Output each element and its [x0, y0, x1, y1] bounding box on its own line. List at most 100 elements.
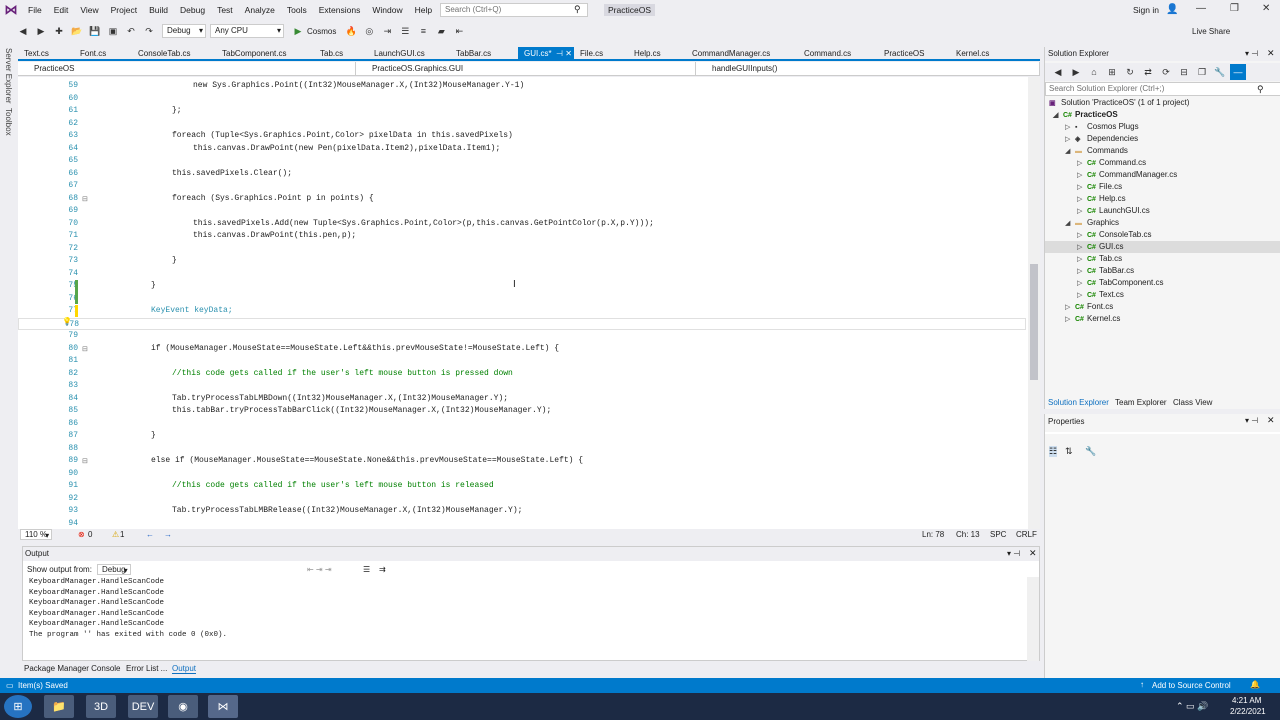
close-panel-icon[interactable]: ✕ — [1267, 415, 1275, 426]
menu-test[interactable]: Test — [211, 5, 239, 15]
tree-item[interactable]: ▷ C# Command.cs — [1077, 157, 1146, 169]
sync-icon[interactable]: ⇄ — [1140, 64, 1156, 80]
home-icon[interactable]: ⌂ — [1086, 64, 1102, 80]
server-explorer-tab[interactable]: Server Explorer — [4, 48, 13, 104]
visual-studio-icon[interactable]: ⋈ — [208, 695, 238, 718]
collapse-icon[interactable]: ⊟ — [82, 457, 88, 465]
tab-team-explorer[interactable]: Team Explorer — [1115, 398, 1167, 407]
alphabetical-icon[interactable]: ⇅ — [1065, 446, 1073, 457]
tab-launchgui-cs[interactable]: LaunchGUI.cs — [368, 47, 425, 61]
minimize-icon[interactable]: — — [1196, 3, 1206, 14]
menu-window[interactable]: Window — [366, 5, 408, 15]
menu-tools[interactable]: Tools — [281, 5, 313, 15]
menu-file[interactable]: File — [22, 5, 48, 15]
search-input[interactable]: Search (Ctrl+Q) — [440, 3, 588, 17]
tab-tabbar-cs[interactable]: TabBar.cs — [450, 47, 491, 61]
hot-reload-icon[interactable]: 🔥 — [343, 23, 359, 39]
tree-item[interactable]: ▷ C# LaunchGUI.cs — [1077, 205, 1150, 217]
dev-app-icon[interactable]: DEV — [128, 695, 158, 718]
tree-item[interactable]: ▷ C# Help.cs — [1077, 193, 1126, 205]
sign-in-link[interactable]: Sign in — [1133, 5, 1159, 15]
undo-icon[interactable]: ↶ — [123, 23, 139, 39]
indent-mode[interactable]: SPC — [990, 530, 1006, 539]
output-tools-icon[interactable]: ⇤ ⇥ ⇥ — [307, 565, 332, 574]
menu-debug[interactable]: Debug — [174, 5, 211, 15]
error-icon[interactable]: ⊗ — [78, 530, 85, 539]
tab-solution-explorer[interactable]: Solution Explorer — [1048, 398, 1109, 407]
class-dropdown[interactable]: PracticeOS.Graphics.GUI — [356, 62, 696, 76]
properties-icon[interactable]: 🔧 — [1212, 64, 1228, 80]
tab-tab-cs[interactable]: Tab.cs — [314, 47, 343, 61]
start-debug-icon[interactable]: ▶ — [290, 23, 306, 39]
tab-class-view[interactable]: Class View — [1173, 398, 1212, 407]
clock-date[interactable]: 2/22/2021 — [1230, 707, 1266, 716]
live-share-button[interactable]: Live Share — [1192, 27, 1230, 36]
pin-icon[interactable]: ▾ ⊣ — [1007, 549, 1020, 558]
tab-practiceos[interactable]: PracticeOS — [878, 47, 924, 61]
tab-file-cs[interactable]: File.cs — [574, 47, 603, 61]
save-all-icon[interactable]: ▣ — [105, 23, 121, 39]
line-ending[interactable]: CRLF — [1016, 530, 1037, 539]
error-count[interactable]: 0 — [88, 530, 92, 539]
tree-item[interactable]: ▷ ◈ Dependencies — [1065, 133, 1138, 145]
open-icon[interactable]: 📂 — [69, 23, 85, 39]
menu-analyze[interactable]: Analyze — [239, 5, 281, 15]
nav-back-icon[interactable]: ← — [146, 530, 154, 539]
add-source-control[interactable]: Add to Source Control — [1152, 681, 1231, 690]
show-all-icon[interactable]: ❐ — [1194, 64, 1210, 80]
warning-count[interactable]: 1 — [120, 530, 124, 539]
member-dropdown[interactable]: handleGUIInputs() — [696, 62, 1040, 76]
tree-item[interactable]: ▷ C# Font.cs — [1065, 301, 1113, 313]
pin-icon[interactable]: ▾ ⊣ — [1245, 49, 1258, 58]
tab-output[interactable]: Output — [172, 664, 197, 674]
close-panel-icon[interactable]: ✕ — [1267, 48, 1275, 59]
tree-item[interactable]: ▷ C# ConsoleTab.cs — [1077, 229, 1151, 241]
tab-tabcomponent-cs[interactable]: TabComponent.cs — [216, 47, 286, 61]
save-icon[interactable]: 💾 — [87, 23, 103, 39]
comment-icon[interactable]: ≡ — [415, 23, 431, 39]
warning-icon[interactable]: ⚠ — [112, 530, 119, 539]
tree-item[interactable]: ▷ C# Tab.cs — [1077, 253, 1122, 265]
switch-views-icon[interactable]: ⊞ — [1104, 64, 1120, 80]
redo-icon[interactable]: ↷ — [141, 23, 157, 39]
maximize-icon[interactable]: ❐ — [1230, 3, 1239, 14]
tree-item[interactable]: ▷ C# Text.cs — [1077, 289, 1124, 301]
tab-error-list[interactable]: Error List ... — [126, 664, 167, 673]
start-button-icon[interactable]: ⊞ — [4, 695, 32, 718]
3d-app-icon[interactable]: 3D — [86, 695, 116, 718]
output-scrollbar[interactable] — [1027, 577, 1039, 661]
menu-build[interactable]: Build — [143, 5, 174, 15]
format-icon[interactable]: ☰ — [397, 23, 413, 39]
menu-edit[interactable]: Edit — [48, 5, 75, 15]
collapse-icon[interactable]: ⊟ — [82, 195, 88, 203]
prev-bookmark-icon[interactable]: ⇤ — [451, 23, 467, 39]
platform-dropdown[interactable]: Any CPU — [210, 24, 284, 38]
preview-icon[interactable]: — — [1230, 64, 1246, 80]
property-pages-icon[interactable]: 🔧 — [1085, 446, 1096, 457]
bookmark-icon[interactable]: ▰ — [433, 23, 449, 39]
toolbox-tab[interactable]: Toolbox — [4, 108, 13, 136]
account-icon[interactable]: 👤 — [1166, 4, 1178, 15]
tab-package-manager-console[interactable]: Package Manager Console — [24, 664, 121, 673]
tree-item[interactable]: ▷ C# CommandManager.cs — [1077, 169, 1177, 181]
tray-icons[interactable]: ⌃ ▭ 🔊 — [1176, 701, 1208, 712]
tree-item[interactable]: ▷ C# File.cs — [1077, 181, 1122, 193]
tab-command-cs[interactable]: Command.cs — [798, 47, 851, 61]
menu-view[interactable]: View — [74, 5, 104, 15]
tab-text-cs[interactable]: Text.cs — [18, 47, 49, 61]
forward-icon[interactable]: ▶ — [33, 23, 49, 39]
tree-item[interactable]: ◢ ▬ Graphics — [1065, 217, 1119, 229]
editor-scroll-thumb[interactable] — [1030, 264, 1038, 380]
close-icon[interactable]: ✕ — [1262, 3, 1270, 14]
solution-node[interactable]: ▣ Solution 'PracticeOS' (1 of 1 project) — [1049, 97, 1189, 109]
tree-item-selected[interactable]: ▷ C# GUI.cs — [1045, 241, 1280, 253]
chrome-icon[interactable]: ◉ — [168, 695, 198, 718]
back-icon[interactable]: ◀ — [1050, 64, 1066, 80]
pin-icon[interactable]: ▾ ⊣ — [1245, 416, 1258, 425]
run-target-button[interactable]: Cosmos — [307, 27, 336, 36]
clear-all-icon[interactable]: ☰ — [363, 565, 370, 574]
tab-commandmanager-cs[interactable]: CommandManager.cs — [686, 47, 770, 61]
config-dropdown[interactable]: Debug — [162, 24, 206, 38]
clock-time[interactable]: 4:21 AM — [1232, 696, 1261, 705]
tree-item[interactable]: ◢ ▬ Commands — [1065, 145, 1128, 157]
